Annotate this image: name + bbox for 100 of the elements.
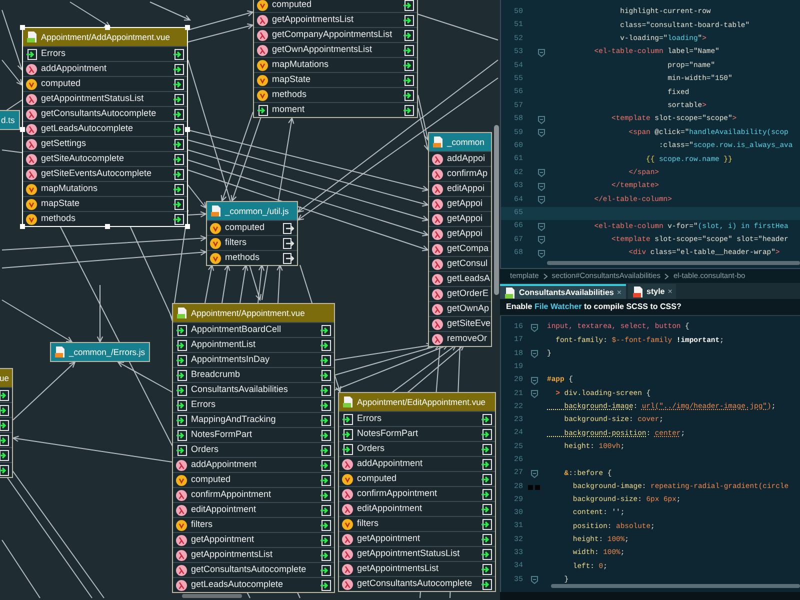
member-name: getAppoi bbox=[447, 212, 483, 226]
arrow-square-icon bbox=[320, 504, 331, 516]
member-name: getConsultantsAutocomplete bbox=[357, 577, 472, 590]
arrow-square-icon bbox=[481, 474, 492, 484]
lambda-circle-icon bbox=[176, 490, 187, 500]
member-name: computed bbox=[225, 221, 265, 234]
member-name: methods bbox=[225, 251, 260, 264]
node-title: _common_/Errors.js bbox=[69, 346, 146, 358]
arrow-square-icon bbox=[176, 324, 187, 336]
fold-icon[interactable] bbox=[530, 350, 538, 358]
scrollbar[interactable] bbox=[547, 261, 800, 265]
member-name: getAppointmentsList bbox=[191, 548, 273, 562]
node-title: Appointment/AddAppointment.vue bbox=[41, 30, 170, 44]
member-name: filters bbox=[191, 518, 213, 532]
tab-label: style bbox=[646, 286, 665, 298]
member-name: editAppointment bbox=[357, 502, 422, 516]
file-icon bbox=[342, 396, 354, 408]
fold-icon[interactable] bbox=[538, 116, 544, 124]
fold-icon[interactable] bbox=[530, 376, 538, 385]
module-node[interactable]: _common addAppoi confirmAp editAppoi getAppoi getAppoi getAppoi getCompa getConsul getLeadsA getOrderE getOwnAp getSiteEve removeOr bbox=[428, 132, 492, 347]
chevron-icon bbox=[664, 272, 670, 280]
file-watcher-link[interactable]: File Watcher bbox=[534, 302, 582, 311]
arrow-square-icon bbox=[320, 474, 331, 486]
fold-icon[interactable] bbox=[538, 182, 544, 191]
lambda-circle-icon bbox=[432, 198, 443, 210]
arrow-square-icon bbox=[320, 400, 331, 410]
selection-handle[interactable] bbox=[185, 25, 190, 30]
module-node[interactable] bbox=[338, 392, 496, 592]
scrollbar[interactable] bbox=[182, 594, 242, 598]
close-button[interactable]: × bbox=[616, 286, 622, 298]
arrow-square-icon bbox=[481, 458, 492, 470]
fold-icon[interactable] bbox=[530, 324, 538, 332]
file-icon bbox=[504, 286, 516, 298]
box-arrow-icon bbox=[283, 222, 294, 234]
member-name: Errors bbox=[191, 398, 216, 412]
code-editor[interactable] bbox=[500, 316, 800, 592]
arrow-square-icon bbox=[320, 550, 331, 560]
lambda-circle-icon bbox=[432, 244, 443, 254]
arrow-square-icon bbox=[320, 370, 331, 380]
selection-handle[interactable] bbox=[20, 127, 25, 132]
arrow-square-icon bbox=[320, 430, 331, 440]
member-name: filters bbox=[225, 236, 247, 250]
code-editor[interactable] bbox=[500, 0, 800, 268]
arrow-square-icon bbox=[320, 444, 331, 456]
fold-icon[interactable] bbox=[538, 169, 544, 178]
member-name: mapMutations bbox=[41, 182, 98, 196]
member-name: computed bbox=[41, 77, 81, 90]
arrow-square-icon bbox=[173, 124, 184, 134]
fold-icon[interactable] bbox=[538, 48, 544, 57]
editor-tab[interactable]: ConsultantsAvailabilities × bbox=[500, 284, 626, 299]
fold-icon[interactable] bbox=[538, 196, 544, 204]
fold-icon[interactable] bbox=[530, 390, 538, 398]
lambda-circle-icon bbox=[257, 44, 268, 56]
lambda-circle-icon bbox=[26, 124, 37, 134]
lambda-circle-icon bbox=[257, 14, 268, 26]
member-name: getSiteAutocomplete bbox=[41, 152, 124, 166]
arrow-square-icon bbox=[173, 78, 184, 90]
member-name: addAppointment bbox=[357, 457, 423, 470]
fold-icon[interactable] bbox=[530, 470, 538, 478]
fold-icon[interactable] bbox=[538, 129, 544, 138]
lambda-circle-icon bbox=[342, 534, 353, 544]
lambda-circle-icon bbox=[26, 168, 37, 180]
selection-handle[interactable] bbox=[20, 25, 25, 30]
scrollbar[interactable] bbox=[494, 125, 499, 295]
arrow-square-icon bbox=[320, 564, 331, 576]
member-name: getAppointmentStatusList bbox=[41, 92, 144, 106]
arrow-square-icon bbox=[481, 534, 492, 544]
selection-handle[interactable] bbox=[185, 127, 190, 132]
selection-handle[interactable] bbox=[105, 224, 110, 229]
fold-icon[interactable] bbox=[530, 576, 538, 584]
v-circle-icon bbox=[210, 238, 221, 248]
lambda-circle-icon bbox=[432, 154, 443, 164]
module-node[interactable]: _common_/util.js computed filters methods bbox=[206, 201, 298, 266]
arrow-square-icon bbox=[481, 428, 492, 440]
lambda-circle-icon bbox=[432, 258, 443, 270]
module-node[interactable]: d.ts bbox=[0, 110, 20, 130]
fold-icon[interactable] bbox=[538, 236, 544, 244]
fold-icon[interactable] bbox=[538, 250, 544, 258]
file-watcher-notice: Enable File Watcher to compile SCSS to CSS? bbox=[506, 301, 682, 313]
member-name: getConsultantsAutocomplete bbox=[41, 107, 156, 120]
editor-tab[interactable]: style × bbox=[628, 284, 676, 299]
fold-icon[interactable] bbox=[538, 222, 544, 231]
module-node[interactable] bbox=[172, 303, 335, 593]
module-node[interactable]: ue bbox=[0, 368, 13, 478]
member-name: computed bbox=[357, 472, 397, 486]
member-name: editAppointment bbox=[191, 503, 256, 516]
module-node[interactable]: computed getAppointmentsList getCompanyAppointmentsList getOwnAppointmentsList mapMutations mapState methods moment bbox=[253, 0, 418, 118]
lambda-circle-icon bbox=[176, 504, 187, 516]
scrollbar[interactable] bbox=[551, 584, 800, 588]
selection-handle[interactable] bbox=[185, 224, 190, 229]
member-name: getAppointment bbox=[357, 532, 420, 546]
arrow-square-icon bbox=[320, 460, 331, 470]
lambda-circle-icon bbox=[176, 550, 187, 560]
module-node[interactable]: _common_/Errors.js bbox=[50, 342, 150, 362]
selection-handle[interactable] bbox=[20, 224, 25, 229]
arrow-square-icon bbox=[0, 390, 9, 400]
close-button[interactable]: × bbox=[668, 286, 672, 298]
lambda-circle-icon bbox=[342, 458, 353, 470]
selection-handle[interactable] bbox=[105, 25, 110, 30]
lambda-circle-icon bbox=[432, 334, 443, 344]
